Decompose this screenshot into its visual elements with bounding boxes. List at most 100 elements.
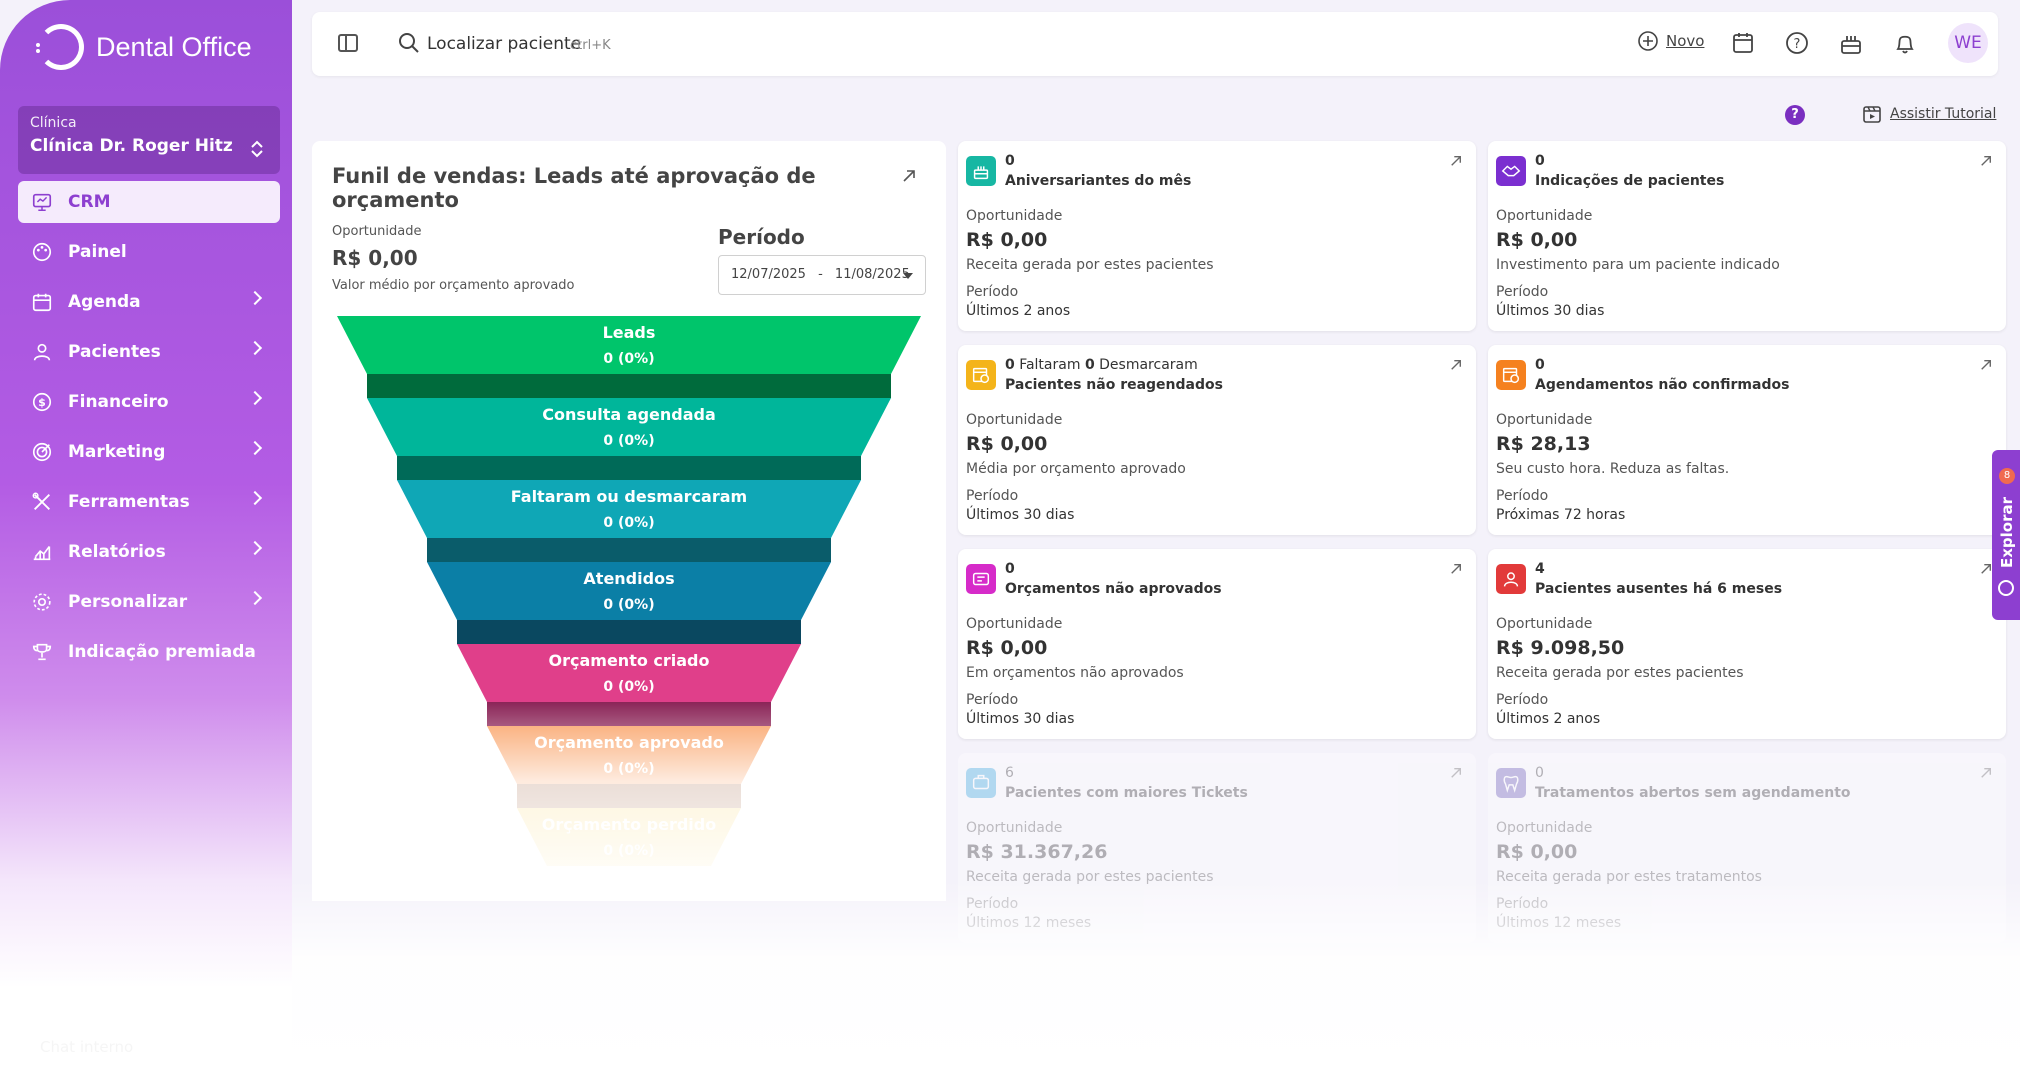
bell-icon[interactable] xyxy=(1892,30,1918,56)
metric-period-label: Período xyxy=(966,692,1019,708)
chevron-right-icon xyxy=(247,540,263,556)
metric-title: Pacientes com maiores Tickets xyxy=(1005,785,1248,801)
expand-arrow-icon[interactable] xyxy=(1450,767,1462,779)
metric-period-label: Período xyxy=(1496,284,1549,300)
metric-description: Em orçamentos não aprovados xyxy=(966,665,1184,681)
metric-count-line: 0 xyxy=(1535,153,1545,169)
explore-icon xyxy=(1998,580,2014,596)
metric-card[interactable]: 0 Orçamentos não aprovados Oportunidade R$ … xyxy=(958,549,1476,739)
metric-card[interactable]: 0 Agendamentos não confirmados Oportunidad… xyxy=(1488,345,2006,535)
sidebar-toggle-icon[interactable] xyxy=(338,34,358,52)
sidebar-item-crm[interactable]: CRM xyxy=(18,181,280,223)
metric-title: Pacientes não reagendados xyxy=(1005,377,1223,393)
metric-card[interactable]: 4 Pacientes ausentes há 6 meses Oportunida… xyxy=(1488,549,2006,739)
metric-count-line: 0 xyxy=(1535,765,1544,781)
expand-arrow-icon[interactable] xyxy=(1450,155,1462,167)
sidebar-item-marketing[interactable]: Marketing xyxy=(18,431,280,473)
metric-description: Receita gerada por estes tratamentos xyxy=(1496,869,1762,885)
funnel-stage-label: Faltaram ou desmarcaram xyxy=(511,487,747,506)
calendar-icon xyxy=(30,290,54,314)
metric-description: Média por orçamento aprovado xyxy=(966,461,1186,477)
expand-arrow-icon[interactable] xyxy=(902,169,916,183)
sidebar-item-relat-rios[interactable]: Relatórios xyxy=(18,531,280,573)
metric-description: Investimento para um paciente indicado xyxy=(1496,257,1780,273)
metric-title: Orçamentos não aprovados xyxy=(1005,581,1222,597)
sidebar-item-agenda[interactable]: Agenda xyxy=(18,281,280,323)
expand-arrow-icon[interactable] xyxy=(1980,155,1992,167)
trophy-icon xyxy=(30,640,54,664)
funnel-stage-value: 0 (0%) xyxy=(603,843,654,859)
metric-card[interactable]: 0 Indicações de pacientes Oportunidade R$ 0… xyxy=(1488,141,2006,331)
funnel-stage-shadow xyxy=(457,620,801,644)
metric-period-value: Últimos 30 dias xyxy=(966,711,1075,727)
metric-title: Agendamentos não confirmados xyxy=(1535,377,1790,393)
metric-title: Tratamentos abertos sem agendamento xyxy=(1535,785,1851,801)
page-help-icon[interactable]: ? xyxy=(1785,105,1805,125)
metric-value: R$ 0,00 xyxy=(1496,229,1578,251)
sidebar-item-ferramentas[interactable]: Ferramentas xyxy=(18,481,280,523)
chat-internal-link[interactable]: Chat interno xyxy=(40,1038,133,1056)
birthday-cake-icon[interactable] xyxy=(1838,30,1864,56)
sidebar-item-label: Relatórios xyxy=(68,542,166,562)
metric-value: R$ 31.367,26 xyxy=(966,841,1108,863)
metric-opportunity-label: Oportunidade xyxy=(1496,412,1593,428)
sidebar-item-painel[interactable]: Painel xyxy=(18,231,280,273)
app-logo[interactable]: Dental Office xyxy=(36,24,252,70)
new-button[interactable]: Novo xyxy=(1637,30,1704,52)
metric-card[interactable]: 0 Tratamentos abertos sem agendamento Opor… xyxy=(1488,753,2006,943)
explore-badge: 8 xyxy=(1999,468,2015,484)
funnel-stage-shadow xyxy=(487,702,771,726)
metric-card[interactable]: 6 Pacientes com maiores Tickets Oportunida… xyxy=(958,753,1476,943)
metric-value: R$ 0,00 xyxy=(1496,841,1578,863)
expand-arrow-icon[interactable] xyxy=(1450,563,1462,575)
chevron-right-icon xyxy=(247,290,263,306)
app-name: Dental Office xyxy=(96,31,252,62)
period-date-range-select[interactable]: 12/07/2025 - 11/08/2025 xyxy=(718,255,926,295)
metric-period-value: Últimos 30 dias xyxy=(1496,303,1605,319)
metric-opportunity-label: Oportunidade xyxy=(1496,208,1593,224)
funnel-stage-label: Orçamento perdido xyxy=(542,815,716,834)
clinic-selector[interactable]: Clínica Clínica Dr. Roger Hitz xyxy=(18,106,280,174)
metric-value: R$ 28,13 xyxy=(1496,433,1591,455)
video-tutorial-icon xyxy=(1863,106,1881,123)
funnel-stage-value: 0 (0%) xyxy=(603,351,654,367)
sidebar-item-pacientes[interactable]: Pacientes xyxy=(18,331,280,373)
search-input[interactable]: Localizar paciente xyxy=(427,34,581,54)
search-shortcut: ctrl+K xyxy=(570,38,611,53)
new-button-label: Novo xyxy=(1666,32,1705,50)
chevron-right-icon xyxy=(247,390,263,406)
sales-funnel-card: Funil de vendas: Leads até aprovação de … xyxy=(312,141,946,901)
funnel-stage-shadow xyxy=(517,784,741,808)
period-end: 11/08/2025 xyxy=(834,267,910,282)
sidebar-item-financeiro[interactable]: $ Financeiro xyxy=(18,381,280,423)
chart-icon xyxy=(30,540,54,564)
expand-arrow-icon[interactable] xyxy=(1980,767,1992,779)
help-icon[interactable]: ? xyxy=(1784,30,1810,56)
chevron-right-icon xyxy=(247,440,263,456)
funnel-opportunity-value: R$ 0,00 xyxy=(332,246,418,270)
sidebar-item-personalizar[interactable]: Personalizar xyxy=(18,581,280,623)
explore-tab[interactable]: 8 Explorar xyxy=(1992,450,2020,620)
metric-count: 0 xyxy=(1005,153,1015,169)
metric-count-text: 0 xyxy=(1535,765,1544,781)
plus-circle-icon xyxy=(1638,31,1658,51)
user-absent-icon xyxy=(1496,564,1526,594)
metric-period-value: Últimos 12 meses xyxy=(966,915,1092,931)
metric-title: Indicações de pacientes xyxy=(1535,173,1725,189)
tools-icon xyxy=(30,490,54,514)
avatar[interactable]: WE xyxy=(1948,23,1988,63)
watch-tutorial-link[interactable]: Assistir Tutorial xyxy=(1862,104,1996,124)
expand-arrow-icon[interactable] xyxy=(1450,359,1462,371)
metric-value: R$ 9.098,50 xyxy=(1496,637,1625,659)
funnel-chart: Leads 0 (0%) Consulta agendada 0 (0%) Faltar… xyxy=(337,316,921,866)
expand-arrow-icon[interactable] xyxy=(1980,359,1992,371)
search-icon[interactable] xyxy=(398,32,420,54)
sidebar-item-indica-o-premiada[interactable]: Indicação premiada xyxy=(18,631,280,673)
clinic-name: Clínica Dr. Roger Hitz xyxy=(30,136,233,156)
calendar-icon[interactable] xyxy=(1730,30,1756,56)
metric-opportunity-label: Oportunidade xyxy=(966,616,1063,632)
metric-card[interactable]: 0 Aniversariantes do mês Oportunidade R$ 0,… xyxy=(958,141,1476,331)
expand-arrow-icon[interactable] xyxy=(1980,563,1992,575)
metric-period-value: Últimos 2 anos xyxy=(966,303,1071,319)
metric-card[interactable]: 0 Faltaram 0 Desmarcaram Pacientes não re… xyxy=(958,345,1476,535)
